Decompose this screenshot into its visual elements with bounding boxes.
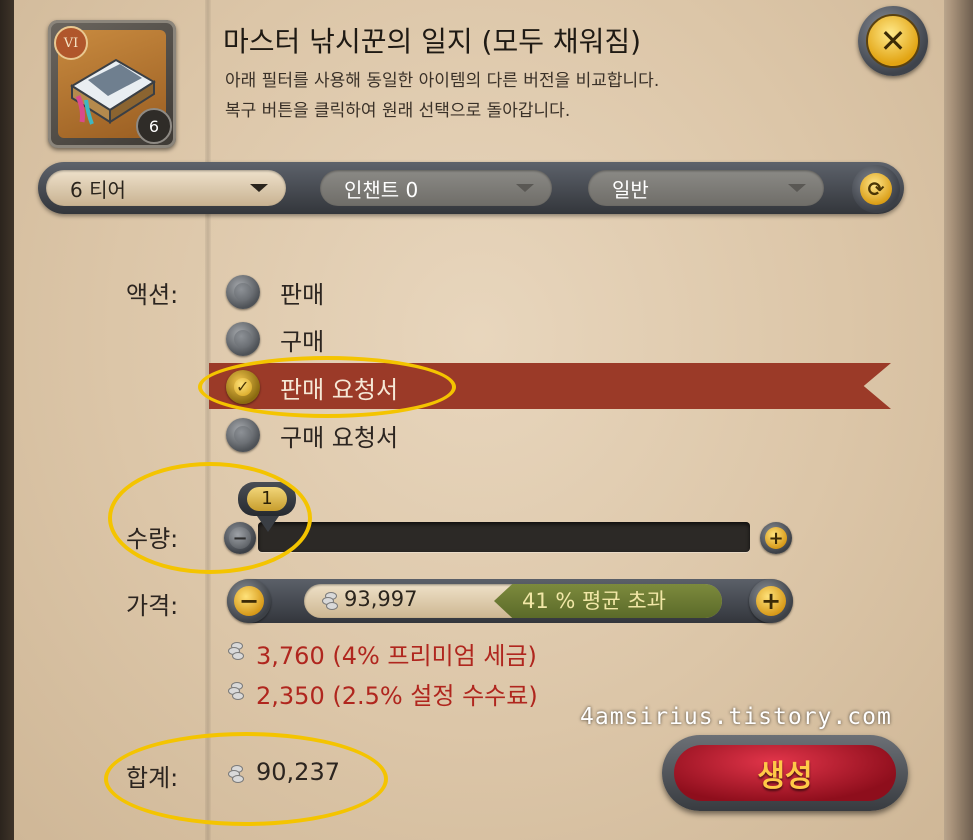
highlight-annotation-quantity [108, 462, 312, 574]
refresh-icon: ⟳ [860, 173, 892, 205]
radio-buy[interactable] [226, 322, 260, 356]
price-increase-button[interactable]: + [749, 579, 793, 623]
quality-dropdown[interactable]: 일반 [588, 170, 824, 206]
tier-badge: VI [54, 26, 88, 60]
quantity-increase-button[interactable]: + [760, 522, 792, 554]
silver-coin-icon [322, 592, 338, 610]
minus-icon: − [234, 586, 264, 616]
close-button[interactable]: ✕ [858, 6, 928, 76]
watermark: 4amsirius.tistory.com [580, 704, 892, 730]
radio-buy-label: 구매 [280, 328, 325, 356]
enchant-dropdown-value: 인챈트 0 [344, 177, 419, 202]
quality-dropdown-value: 일반 [612, 177, 649, 202]
item-count-badge: 6 [136, 108, 172, 144]
price-decrease-button[interactable]: − [227, 579, 271, 623]
price-value: 93,997 [344, 587, 418, 611]
panel-divider [205, 0, 211, 840]
premium-tax-fee: 3,760 (4% 프리미엄 세금) [256, 642, 537, 670]
close-icon: ✕ [866, 14, 920, 68]
quantity-slider[interactable] [258, 522, 750, 552]
radio-sell-label: 판매 [280, 281, 325, 309]
tier-dropdown[interactable]: 6 티어 [46, 170, 286, 206]
description-line-2: 복구 버튼을 클릭하여 원래 선택으로 돌아갑니다. [225, 101, 571, 121]
chevron-down-icon [516, 184, 534, 192]
silver-coin-icon [228, 682, 244, 700]
radio-sell[interactable] [226, 275, 260, 309]
dialog-title: 마스터 낚시꾼의 일지 (모두 채워짐) [223, 25, 642, 58]
setup-fee: 2,350 (2.5% 설정 수수료) [256, 682, 538, 710]
item-icon[interactable]: VI 6 [48, 20, 176, 148]
description-line-1: 아래 필터를 사용해 동일한 아이템의 다른 버전을 비교합니다. [225, 71, 660, 91]
check-icon: ✓ [236, 377, 250, 396]
filter-bar: 6 티어 인챈트 0 일반 [38, 162, 904, 214]
price-input[interactable]: 93,997 41 % 평균 초과 [304, 584, 722, 618]
enchant-dropdown[interactable]: 인챈트 0 [320, 170, 552, 206]
tier-dropdown-value: 6 티어 [70, 177, 126, 202]
radio-buy-order[interactable] [226, 418, 260, 452]
chevron-down-icon [788, 184, 806, 192]
create-button[interactable]: 생성 [662, 735, 908, 811]
silver-coin-icon [228, 642, 244, 660]
create-button-label: 생성 [674, 745, 896, 801]
price-average-badge: 41 % 평균 초과 [494, 584, 722, 618]
price-label: 가격: [126, 592, 179, 620]
highlight-annotation-total [104, 732, 388, 826]
reset-button[interactable]: ⟳ [852, 165, 900, 213]
radio-buy-order-label: 구매 요청서 [280, 424, 399, 452]
plus-icon: + [765, 527, 787, 549]
plus-icon: + [756, 586, 786, 616]
chevron-down-icon [250, 184, 268, 192]
action-label: 액션: [126, 281, 179, 309]
